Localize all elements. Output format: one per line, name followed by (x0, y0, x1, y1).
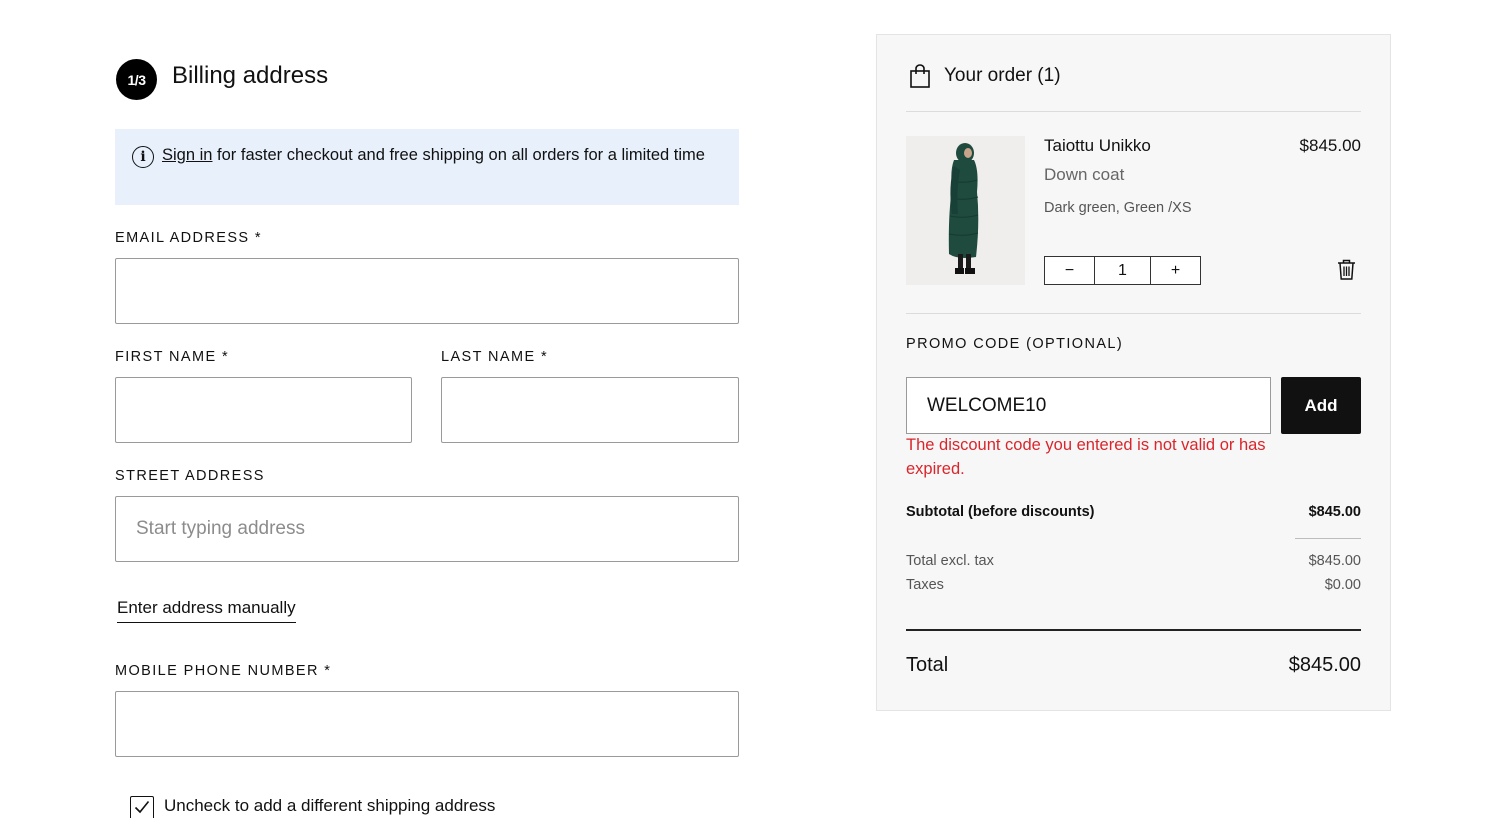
taxes-row: Taxes $0.00 (906, 577, 1361, 593)
total-row: Total $845.00 (906, 654, 1361, 677)
email-field[interactable] (115, 258, 739, 324)
subtotal-divider (1295, 538, 1361, 539)
taxes-label: Taxes (906, 577, 944, 593)
first-name-field[interactable] (115, 377, 412, 443)
quantity-stepper: − 1 + (1044, 256, 1201, 285)
enter-address-manually-link[interactable]: Enter address manually (117, 598, 296, 623)
total-excl-tax-label: Total excl. tax (906, 553, 994, 569)
phone-field[interactable] (115, 691, 739, 757)
quantity-value[interactable]: 1 (1094, 257, 1151, 284)
step-indicator: 1/3 (116, 59, 157, 100)
info-icon: i (132, 146, 154, 168)
product-name[interactable]: Taiottu Unikko (1044, 136, 1151, 156)
product-divider (906, 313, 1361, 314)
street-address-label: STREET ADDRESS (115, 468, 265, 484)
product-variant: Dark green, Green /XS (1044, 200, 1192, 216)
checkmark-icon (134, 800, 150, 814)
phone-label: MOBILE PHONE NUMBER * (115, 663, 332, 679)
product-type: Down coat (1044, 165, 1125, 184)
last-name-label: LAST NAME * (441, 349, 548, 365)
email-label: EMAIL ADDRESS * (115, 230, 262, 246)
taxes-value: $0.00 (1324, 577, 1361, 593)
total-excl-tax-value: $845.00 (1308, 553, 1361, 569)
total-value: $845.00 (1288, 654, 1361, 676)
promo-code-field[interactable] (906, 377, 1271, 434)
sign-in-notice-text: for faster checkout and free shipping on… (212, 146, 705, 164)
product-image[interactable] (906, 136, 1025, 285)
decrease-quantity-button[interactable]: − (1045, 257, 1094, 284)
subtotal-value: $845.00 (1308, 504, 1361, 520)
sign-in-link[interactable]: Sign in (162, 146, 212, 164)
promo-code-label: PROMO CODE (OPTIONAL) (906, 336, 1124, 352)
page-title: Billing address (172, 62, 329, 89)
order-title: Your order (1) (944, 65, 1061, 86)
trash-icon[interactable] (1337, 259, 1356, 280)
subtotal-row: Subtotal (before discounts) $845.00 (906, 504, 1361, 520)
street-address-field[interactable] (115, 496, 739, 562)
total-divider (906, 629, 1361, 631)
first-name-label: FIRST NAME * (115, 349, 230, 365)
last-name-field[interactable] (441, 377, 739, 443)
subtotal-label: Subtotal (before discounts) (906, 504, 1095, 520)
order-header-divider (906, 111, 1361, 112)
add-promo-button[interactable]: Add (1281, 377, 1361, 434)
shipping-same-checkbox[interactable] (130, 796, 154, 818)
increase-quantity-button[interactable]: + (1151, 257, 1200, 284)
shipping-same-label: Uncheck to add a different shipping addr… (164, 796, 496, 815)
sign-in-notice: Sign in for faster checkout and free shi… (115, 129, 739, 205)
shopping-bag-icon (910, 64, 930, 88)
promo-error-message: The discount code you entered is not val… (906, 436, 1266, 478)
product-price: $845.00 (1299, 136, 1361, 155)
total-label: Total (906, 654, 949, 676)
total-excl-tax-row: Total excl. tax $845.00 (906, 553, 1361, 569)
product-photo (906, 136, 1025, 285)
